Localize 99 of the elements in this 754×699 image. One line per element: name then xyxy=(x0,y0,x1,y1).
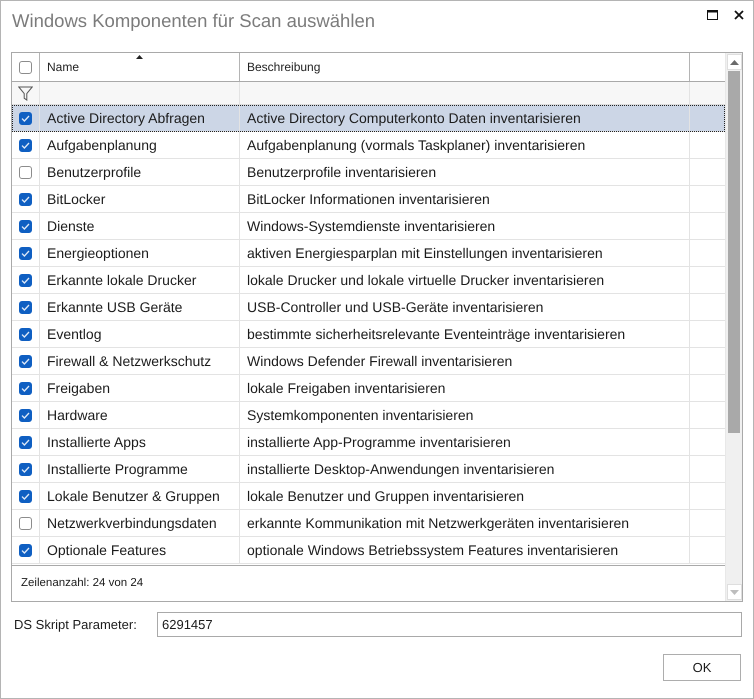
table-row[interactable]: BitLocker BitLocker Informationen inventarisieren xyxy=(12,186,725,213)
name-cell: Active Directory Abfragen xyxy=(40,105,240,131)
checkmark-icon xyxy=(21,330,30,338)
checkmark-icon xyxy=(21,358,30,364)
table-row[interactable]: Eventlog bestimmte sicherheitsrelevante Eventeinträge inventarisieren xyxy=(12,321,725,348)
table-row[interactable]: Netzwerkverbindungsdaten erkannte Kommunikation mit Netzwerkgeräten inventarisieren xyxy=(12,510,725,537)
description-cell: installierte App-Programme inventarisieren xyxy=(240,429,690,455)
name-cell: Energieoptionen xyxy=(40,240,240,266)
table-row[interactable]: Firewall & Netzwerkschutz Windows Defender Firewall inventarisieren xyxy=(12,348,725,375)
description-cell: erkannte Kommunikation mit Netzwerkgeräten inventarisieren xyxy=(240,510,690,536)
name-cell: Firewall & Netzwerkschutz xyxy=(40,348,240,374)
column-header[interactable]: Beschreibung xyxy=(240,53,690,81)
checkmark-icon xyxy=(21,384,30,392)
description-cell: Active Directory Computerkonto Daten inventarisieren xyxy=(240,105,690,131)
checkmark-icon xyxy=(21,142,30,148)
table-row[interactable]: Hardware Systemkomponenten inventarisieren xyxy=(12,402,725,429)
name-cell: Installierte Apps xyxy=(40,429,240,455)
name-cell: Optionale Features xyxy=(40,537,240,563)
table-row[interactable]: Installierte Apps installierte App-Programme inventarisieren xyxy=(12,429,725,456)
description-cell: lokale Freigaben inventarisieren xyxy=(240,375,690,401)
table-row[interactable]: Erkannte USB Geräte USB-Controller und USB-Geräte inventarisieren xyxy=(12,294,725,321)
description-cell: lokale Benutzer und Gruppen inventarisieren xyxy=(240,483,690,509)
name-cell: Eventlog xyxy=(40,321,240,347)
checkmark-icon xyxy=(21,222,30,230)
name-cell: Benutzerprofile xyxy=(40,159,240,185)
description-cell: Systemkomponenten inventarisieren xyxy=(240,402,690,428)
description-cell: USB-Controller und USB-Geräte inventarisieren xyxy=(240,294,690,320)
name-cell: Hardware xyxy=(40,402,240,428)
description-cell: aktiven Energiesparplan mit Einstellungen inventarisieren xyxy=(240,240,690,266)
table-row[interactable]: Freigaben lokale Freigaben inventarisieren xyxy=(12,375,725,402)
scroll-up-button[interactable] xyxy=(727,54,742,70)
name-cell: Erkannte lokale Drucker xyxy=(40,267,240,293)
name-cell: Lokale Benutzer & Gruppen xyxy=(40,483,240,509)
table-row[interactable]: Optionale Features optionale Windows Betriebssystem Features inventarisieren xyxy=(12,537,725,564)
name-cell: Erkannte USB Geräte xyxy=(40,294,240,320)
window-title: Windows Komponenten für Scan auswählen xyxy=(12,9,376,33)
table-row[interactable]: Benutzerprofile Benutzerprofile inventarisieren xyxy=(12,159,725,186)
parameter-field[interactable]: 6291457 xyxy=(157,612,742,637)
description-cell: Windows-Systemdienste inventarisieren xyxy=(240,213,690,239)
checkmark-icon xyxy=(21,466,30,472)
row-count-text: Zeilenanzahl: 24 von 24 xyxy=(21,576,144,591)
checkbox[interactable] xyxy=(19,246,32,260)
name-cell: Netzwerkverbindungsdaten xyxy=(40,510,240,536)
description-cell: lokale Drucker und lokale virtuelle Drucker inventarisieren xyxy=(240,267,690,293)
checkbox[interactable] xyxy=(19,408,32,422)
column-header[interactable]: Name xyxy=(40,53,240,81)
checkbox[interactable] xyxy=(19,166,32,178)
checkmark-icon xyxy=(21,114,30,122)
description-cell: Benutzerprofile inventarisieren xyxy=(240,159,690,185)
checkbox[interactable] xyxy=(19,490,32,502)
description-cell: BitLocker Informationen inventarisieren xyxy=(240,186,690,212)
checkbox[interactable] xyxy=(19,138,32,152)
checkbox[interactable] xyxy=(19,220,32,232)
checkbox[interactable] xyxy=(19,300,32,314)
select-all-checkbox[interactable] xyxy=(19,60,32,74)
checkmark-icon xyxy=(21,492,30,500)
parameter-label: DS Skript Parameter: xyxy=(14,616,138,634)
table-row[interactable]: Active Directory Abfragen Active Directory Computerkonto Daten inventarisieren xyxy=(12,105,725,132)
description-cell: installierte Desktop-Anwendungen inventarisieren xyxy=(240,456,690,482)
down-arrow-icon xyxy=(730,590,739,594)
checkmark-icon xyxy=(21,412,30,418)
name-cell: Installierte Programme xyxy=(40,456,240,482)
checkbox[interactable] xyxy=(19,328,32,340)
ok-button[interactable]: OK xyxy=(663,654,741,681)
name-cell: Freigaben xyxy=(40,375,240,401)
table-row[interactable]: Aufgabenplanung Aufgabenplanung (vormals Taskplaner) inventarisieren xyxy=(12,132,725,159)
name-cell: BitLocker xyxy=(40,186,240,212)
checkbox[interactable] xyxy=(19,516,32,530)
table-row[interactable]: Erkannte lokale Drucker lokale Drucker und lokale virtuelle Drucker inventarisieren xyxy=(12,267,725,294)
checkmark-icon xyxy=(21,276,30,284)
checkbox[interactable] xyxy=(19,382,32,394)
description-cell: optionale Windows Betriebssystem Features inventarisieren xyxy=(240,537,690,563)
table-row[interactable]: Dienste Windows-Systemdienste inventarisieren xyxy=(12,213,725,240)
name-cell: Aufgabenplanung xyxy=(40,132,240,158)
checkbox[interactable] xyxy=(19,192,32,206)
checkmark-icon xyxy=(21,250,30,256)
checkbox[interactable] xyxy=(19,462,32,476)
table-row[interactable]: Lokale Benutzer & Gruppen lokale Benutzer und Gruppen inventarisieren xyxy=(12,483,725,510)
scrollbar-thumb[interactable] xyxy=(728,71,740,433)
checkbox[interactable] xyxy=(19,544,32,556)
checkmark-icon xyxy=(21,304,30,310)
table-row[interactable]: Energieoptionen aktiven Energiesparplan mit Einstellungen inventarisieren xyxy=(12,240,725,267)
filter-icon[interactable] xyxy=(18,86,33,100)
checkbox[interactable] xyxy=(19,354,32,368)
name-cell: Dienste xyxy=(40,213,240,239)
table-row[interactable]: Installierte Programme installierte Desktop-Anwendungen inventarisieren xyxy=(12,456,725,483)
checkbox[interactable] xyxy=(19,436,32,448)
close-icon[interactable] xyxy=(734,10,744,20)
checkmark-icon xyxy=(21,438,30,446)
checkbox[interactable] xyxy=(19,274,32,286)
checkbox[interactable] xyxy=(19,112,32,124)
maximize-icon[interactable] xyxy=(707,10,718,20)
up-arrow-icon xyxy=(730,60,739,64)
checkmark-icon xyxy=(21,196,30,202)
description-cell: Aufgabenplanung (vormals Taskplaner) inventarisieren xyxy=(240,132,690,158)
checkmark-icon xyxy=(21,546,30,554)
description-cell: bestimmte sicherheitsrelevante Eventeinträge inventarisieren xyxy=(240,321,690,347)
description-cell: Windows Defender Firewall inventarisieren xyxy=(240,348,690,374)
scrollbar-track[interactable] xyxy=(725,53,742,601)
